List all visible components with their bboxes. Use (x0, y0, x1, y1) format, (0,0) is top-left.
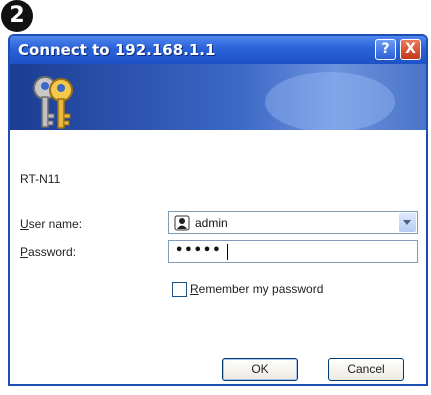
password-label-text: assword: (28, 245, 77, 259)
username-value: admin (195, 216, 228, 230)
help-button[interactable]: ? (375, 39, 396, 60)
remember-password-checkbox[interactable] (172, 282, 187, 297)
remember-accelerator: R (190, 282, 199, 296)
username-label-accelerator: U (20, 217, 29, 231)
text-caret (227, 244, 228, 260)
ok-button[interactable]: OK (222, 358, 298, 381)
dialog-titlebar[interactable]: Connect to 192.168.1.1 ? X (10, 36, 426, 64)
close-button[interactable]: X (400, 39, 421, 60)
cancel-button[interactable]: Cancel (328, 358, 404, 381)
step-number-badge: 2 (1, 0, 33, 32)
dialog-banner (10, 64, 426, 130)
banner-decoration (265, 72, 395, 130)
user-avatar-icon (174, 215, 190, 231)
username-label-text: ser name: (28, 217, 83, 231)
username-combobox[interactable]: admin (168, 211, 418, 234)
keys-icon (33, 76, 73, 129)
realm-label: RT-N11 (20, 172, 61, 186)
password-label: Password: (20, 245, 76, 259)
remember-label-text: emember my password (198, 282, 324, 296)
password-field[interactable]: ••••• (168, 240, 418, 263)
close-icon: X (405, 41, 416, 57)
help-icon: ? (381, 41, 390, 57)
remember-password-label[interactable]: Remember my password (190, 282, 323, 296)
chevron-down-icon[interactable] (399, 213, 416, 232)
password-mask: ••••• (175, 243, 222, 258)
login-dialog: Connect to 192.168.1.1 ? X RT-N11 User n… (8, 34, 428, 386)
username-label: User name: (20, 217, 82, 231)
dialog-title: Connect to 192.168.1.1 (18, 41, 216, 59)
password-label-accelerator: P (20, 245, 29, 259)
dialog-content: RT-N11 User name: admin Password: ••••• … (10, 130, 426, 384)
